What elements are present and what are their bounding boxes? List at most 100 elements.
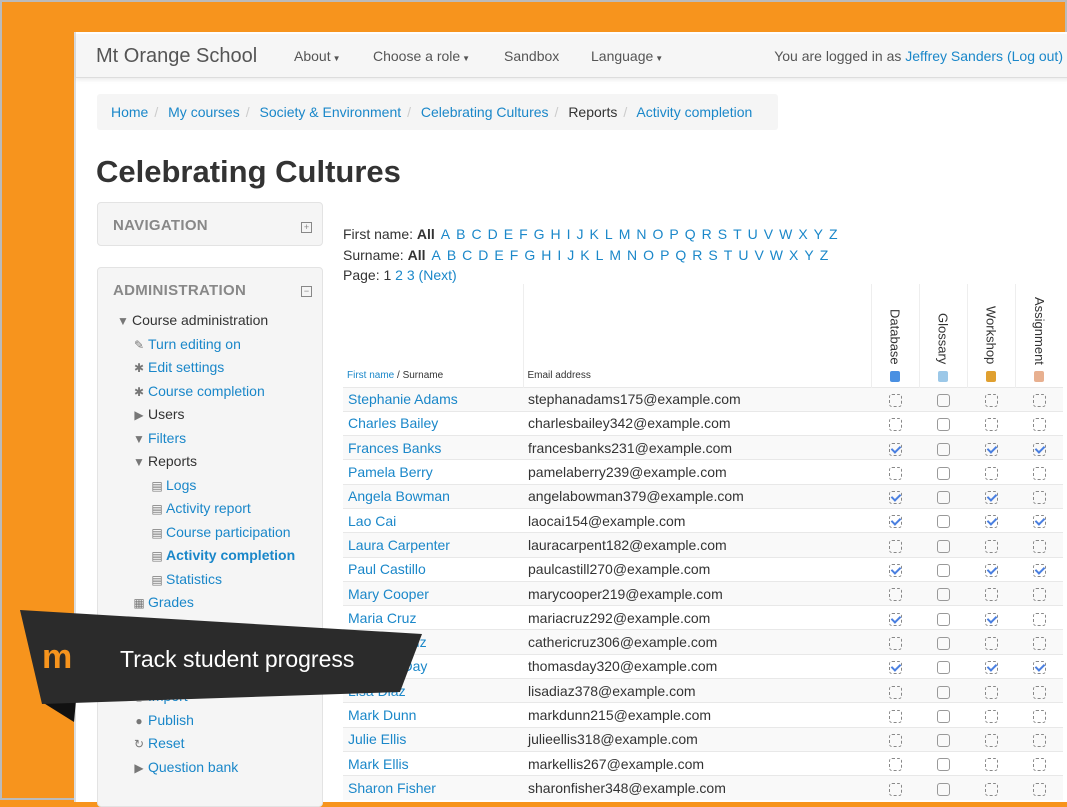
admin-item-activity-report[interactable]: ▤ Activity report [114,497,322,521]
activity-name[interactable]: Database [888,309,903,365]
admin-item-statistics[interactable]: ▤ Statistics [114,568,322,592]
next-page-link[interactable]: (Next) [419,267,457,283]
letter-filter-s[interactable]: S [718,226,727,242]
letter-filter-x[interactable]: X [798,226,807,242]
incomplete-checkbox-icon[interactable] [936,685,950,699]
admin-item-reports[interactable]: ▼ Reports [114,450,322,474]
incomplete-checkbox-icon[interactable] [936,782,950,796]
incomplete-checkbox-icon[interactable] [936,588,950,602]
admin-item-question-bank[interactable]: ▶ Question bank [114,756,322,780]
letter-filter-t[interactable]: T [733,226,742,242]
letter-filter-g[interactable]: G [534,226,545,242]
admin-item-import[interactable]: ⤓ Import [114,685,322,709]
breadcrumb-course[interactable]: Celebrating Cultures [421,104,549,120]
letter-filter-o[interactable]: O [643,247,654,263]
letter-filter-v[interactable]: V [754,247,763,263]
incomplete-checkbox-icon[interactable] [936,491,950,505]
letter-filter-c[interactable]: C [462,247,472,263]
incomplete-checkbox-icon[interactable] [936,442,950,456]
activity-name[interactable]: Workshop [984,306,999,364]
incomplete-checkbox-icon[interactable] [936,393,950,407]
admin-item-turn-editing-on[interactable]: ✎ Turn editing on [114,333,322,357]
student-name-link[interactable]: Lisa Diaz [348,683,406,699]
student-name-link[interactable]: Mary Cooper [348,586,429,602]
letter-filter-h[interactable]: H [551,226,561,242]
activity-name[interactable]: Glossary [936,313,951,364]
letter-filter-g[interactable]: G [524,247,535,263]
letter-filter-d[interactable]: D [478,247,488,263]
logout-link[interactable]: (Log out) [1007,48,1063,64]
student-name-link[interactable]: Paul Castillo [348,561,426,577]
letter-filter-r[interactable]: R [702,226,712,242]
incomplete-checkbox-icon[interactable] [936,539,950,553]
menu-choose-role[interactable]: Choose a role ▼ [373,48,470,64]
letter-filter-i[interactable]: I [567,226,571,242]
student-name-link[interactable]: Lao Cai [348,513,396,529]
incomplete-checkbox-icon[interactable] [936,758,950,772]
page-link[interactable]: 3 [407,267,415,283]
site-brand[interactable]: Mt Orange School [96,45,257,68]
breadcrumb-activity-completion[interactable]: Activity completion [636,104,752,120]
letter-filter-z[interactable]: Z [829,226,838,242]
admin-item-reset[interactable]: ↻ Reset [114,732,322,756]
student-name-link[interactable]: Thomas Day [348,658,427,674]
student-name-link[interactable]: Mark Dunn [348,707,416,723]
letter-filter-k[interactable]: K [580,247,589,263]
sort-first-name[interactable]: First name [347,370,394,381]
letter-filter-t[interactable]: T [724,247,733,263]
admin-item-course-participation[interactable]: ▤ Course participation [114,521,322,545]
breadcrumb-home[interactable]: Home [111,104,148,120]
menu-language[interactable]: Language ▼ [591,48,663,64]
menu-about[interactable]: About ▼ [294,48,341,64]
student-name-link[interactable]: Stephanie Adams [348,391,458,407]
letter-filter-j[interactable]: J [567,247,574,263]
admin-item-activity-completion[interactable]: ▤ Activity completion [114,544,322,568]
letter-filter-x[interactable]: X [789,247,798,263]
student-name-link[interactable]: Pamela Berry [348,464,433,480]
letter-filter-e[interactable]: E [494,247,503,263]
admin-item-edit-settings[interactable]: ✱ Edit settings [114,356,322,380]
letter-filter-u[interactable]: U [748,226,758,242]
admin-item-filters[interactable]: ▼ Filters [114,427,322,451]
incomplete-checkbox-icon[interactable] [936,418,950,432]
breadcrumb-category[interactable]: Society & Environment [260,104,402,120]
letter-filter-w[interactable]: W [779,226,792,242]
surname-sort-label[interactable]: / Surname [394,370,443,381]
student-name-link[interactable]: Julie Ellis [348,731,406,747]
incomplete-checkbox-icon[interactable] [936,734,950,748]
letter-filter-q[interactable]: Q [675,247,686,263]
incomplete-checkbox-icon[interactable] [936,564,950,578]
letter-filter-u[interactable]: U [738,247,748,263]
student-name-link[interactable]: Catheri Cruz [348,634,427,650]
menu-sandbox[interactable]: Sandbox [504,48,559,64]
letter-filter-j[interactable]: J [577,226,584,242]
letter-filter-r[interactable]: R [692,247,702,263]
letter-filter-f[interactable]: F [510,247,519,263]
letter-filter-a[interactable]: A [431,247,440,263]
incomplete-checkbox-icon[interactable] [936,515,950,529]
incomplete-checkbox-icon[interactable] [936,612,950,626]
letter-filter-c[interactable]: C [471,226,481,242]
letter-filter-w[interactable]: W [770,247,783,263]
incomplete-checkbox-icon[interactable] [936,466,950,480]
letter-filter-f[interactable]: F [519,226,528,242]
letter-filter-d[interactable]: D [488,226,498,242]
letter-filter-b[interactable]: B [456,226,465,242]
letter-filter-b[interactable]: B [447,247,456,263]
letter-filter-v[interactable]: V [764,226,773,242]
letter-filter-k[interactable]: K [590,226,599,242]
letter-filter-m[interactable]: M [609,247,621,263]
letter-filter-p[interactable]: P [660,247,669,263]
letter-filter-o[interactable]: O [652,226,663,242]
letter-filter-n[interactable]: N [636,226,646,242]
letter-filter-y[interactable]: Y [814,226,823,242]
student-name-link[interactable]: Angela Bowman [348,488,450,504]
letter-filter-s[interactable]: S [708,247,717,263]
incomplete-checkbox-icon[interactable] [936,636,950,650]
administration-title[interactable]: ADMINISTRATION [98,268,322,313]
student-name-link[interactable]: Sharon Fisher [348,780,436,796]
admin-item-publish[interactable]: ● Publish [114,709,322,733]
incomplete-checkbox-icon[interactable] [936,661,950,675]
letter-filter-z[interactable]: Z [820,247,829,263]
admin-item-outcomes[interactable]: ✎ Outcomes [114,615,322,639]
